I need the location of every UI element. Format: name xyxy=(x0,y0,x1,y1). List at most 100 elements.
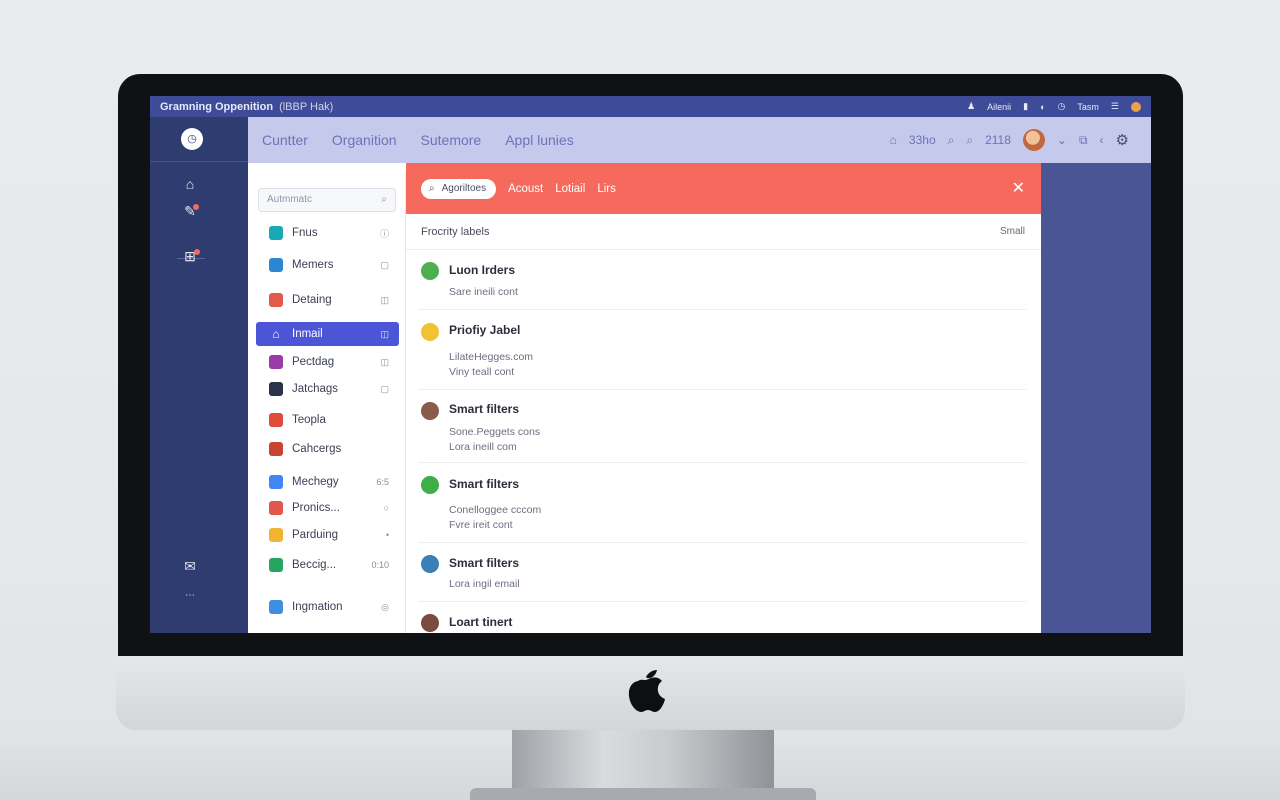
sidebar-search-input[interactable]: Autmmatc ⌕ xyxy=(258,188,396,212)
sidebar-item[interactable]: Teopla xyxy=(256,408,399,432)
message-row[interactable]: Loart tinert xyxy=(418,602,1026,633)
search-alt-icon[interactable]: ⌕ xyxy=(966,133,973,148)
tab-acoust[interactable]: Acoust xyxy=(508,183,543,195)
sender-avatar-icon xyxy=(421,476,439,494)
sidebar-item-meta: 6:5 xyxy=(376,477,389,487)
search-icon[interactable]: ⌕ xyxy=(948,133,955,148)
status-dot-icon[interactable] xyxy=(1131,101,1141,112)
clock-icon[interactable]: ◷ xyxy=(1058,101,1066,112)
message-row[interactable]: Luon Irders Sare ineili cont xyxy=(418,250,1026,310)
sidebar-item[interactable]: ⌂ Inmail ◫ xyxy=(256,322,399,346)
sidebar-item-meta: ◎ xyxy=(381,601,389,612)
app-icon xyxy=(269,558,283,572)
density-toggle[interactable]: Small xyxy=(1000,226,1025,237)
app-icon xyxy=(269,258,283,272)
gear-icon[interactable]: ⚙ xyxy=(1116,131,1129,149)
sidebar-item[interactable]: Pectdag ◫ xyxy=(256,350,399,374)
mail-pane: ⌕ Agoriltoes Acoust Lotiail Lirs ✕ Frocr… xyxy=(406,163,1041,633)
tab-lotiail[interactable]: Lotiail xyxy=(555,183,585,195)
sidebar-item-label: Fnus xyxy=(292,227,318,239)
user-icon[interactable]: ♟ xyxy=(967,101,975,112)
menu-lines-icon[interactable]: ☰ xyxy=(1111,101,1119,112)
app-icon xyxy=(269,442,283,456)
share-icon[interactable]: ⧉ xyxy=(1079,133,1088,148)
sender-avatar-icon xyxy=(421,262,439,280)
menubar-item-2[interactable]: Tasm xyxy=(1077,102,1099,112)
sidebar-item[interactable]: Ingmation ◎ xyxy=(256,595,399,619)
message-preview: Conelloggee cccom xyxy=(449,504,542,516)
sidebar-item[interactable]: Parduing • xyxy=(256,523,399,547)
search-icon[interactable]: ⌕ xyxy=(381,189,387,211)
sidebar-item[interactable]: Beccig... 0:10 xyxy=(256,553,399,577)
clock-logo-icon[interactable]: ◷ xyxy=(181,128,203,150)
message-title: Smart filters xyxy=(449,477,520,491)
message-row[interactable]: Smart filters Sone.Peggets cons Lora ineil… xyxy=(418,390,1026,463)
message-row[interactable]: Priofiy Jabel LilateHegges.com Viny teall … xyxy=(418,310,1026,390)
message-title: Smart filters xyxy=(449,402,520,416)
message-title: Loart tinert xyxy=(449,615,513,629)
menu-bar: Gramning Oppenition (lBBP Hak) ♟ Ailenii… xyxy=(150,96,1151,117)
sidebar-item[interactable]: Jatchags ▢ xyxy=(256,377,399,401)
sidebar-item-label: Memers xyxy=(292,259,334,271)
search-icon: ⌕ xyxy=(429,183,435,194)
app-icon xyxy=(269,226,283,240)
sidebar-item-label: Parduing xyxy=(292,529,339,541)
message-preview: Lora ineill com xyxy=(449,441,517,453)
home-icon[interactable]: ⌂ xyxy=(181,176,199,192)
menu-bar-status: ♟ Ailenii ▮ ◐ ◷ Tasm ☰ xyxy=(967,101,1141,112)
message-row[interactable]: Smart filters Lora ingil email xyxy=(418,543,1026,602)
sidebar-item[interactable]: Memers ▢ xyxy=(256,253,399,277)
app-icon xyxy=(269,413,283,427)
sidebar-item-meta: ◫ xyxy=(380,356,389,367)
sidebar-item[interactable]: Pronics... ○ xyxy=(256,496,399,520)
nav-item-appl-lunies[interactable]: Appl lunies xyxy=(505,132,574,148)
message-preview: Viny teall cont xyxy=(449,366,515,378)
right-background xyxy=(1041,163,1151,633)
sidebar-item[interactable]: Detaing ◫ xyxy=(256,288,399,312)
shield-icon[interactable]: ◐ xyxy=(1040,102,1045,112)
menubar-item-1[interactable]: Ailenii xyxy=(987,102,1011,112)
app-icon xyxy=(269,528,283,542)
nav-item-sutemore[interactable]: Sutemore xyxy=(421,132,482,148)
screen: Gramning Oppenition (lBBP Hak) ♟ Ailenii… xyxy=(150,96,1151,633)
home-small-icon[interactable]: ⌂ xyxy=(890,133,897,147)
chat-icon[interactable]: ✉ xyxy=(181,558,199,574)
nav-item-counter[interactable]: Cuntter xyxy=(262,132,308,148)
sidebar-item-label: Ingmation xyxy=(292,601,343,613)
sidebar-item-meta: ◫ xyxy=(380,328,389,339)
mail-header: ⌕ Agoriltoes Acoust Lotiail Lirs ✕ xyxy=(406,163,1041,214)
sidebar-item-label: Beccig... xyxy=(292,559,337,571)
message-row[interactable]: Smart filters Conelloggee cccom Fvre ireit… xyxy=(418,463,1026,543)
app-icon xyxy=(269,600,283,614)
close-icon[interactable]: ✕ xyxy=(1012,178,1025,198)
mail-subheader: Frocrity labels Small xyxy=(406,214,1041,250)
sender-avatar-icon xyxy=(421,555,439,573)
filter-pill[interactable]: ⌕ Agoriltoes xyxy=(421,178,497,199)
chevron-down-icon[interactable]: ⌄ xyxy=(1057,133,1067,147)
tab-lirs[interactable]: Lirs xyxy=(597,183,616,195)
avatar[interactable] xyxy=(1022,129,1045,151)
app-icon xyxy=(269,355,283,369)
main-panel: Autmmatc ⌕ Fnus ⓘ Memers ▢ Detaing ◫ ⌂ Inmail ◫ P… xyxy=(248,163,1041,633)
lock-icon[interactable]: ▮ xyxy=(1023,101,1028,112)
top-stat-b: 2118 xyxy=(985,133,1011,147)
chevron-left-icon[interactable]: ‹ xyxy=(1100,133,1104,147)
sender-avatar-icon xyxy=(421,402,439,420)
filter-pill-label: Agoriltoes xyxy=(441,183,487,194)
sidebar-item-label: Cahcergs xyxy=(292,443,342,455)
message-preview: Lora ingil email xyxy=(449,578,520,590)
notification-badge xyxy=(193,204,199,210)
sidebar-item-label: Jatchags xyxy=(292,383,339,395)
sidebar-item[interactable]: Fnus ⓘ xyxy=(256,221,399,245)
app-icon xyxy=(269,475,283,489)
message-title: Smart filters xyxy=(449,556,520,570)
sidebar-item-meta: ▢ xyxy=(380,259,389,270)
rail-divider xyxy=(150,161,248,162)
nav-item-organition[interactable]: Organition xyxy=(332,132,397,148)
more-icon[interactable]: ⋯ xyxy=(181,590,199,606)
sidebar-item-meta: ▢ xyxy=(380,383,389,394)
message-preview: Fvre ireit cont xyxy=(449,519,513,531)
sidebar-item[interactable]: Mechegy 6:5 xyxy=(256,470,399,494)
sidebar-item-meta: ◫ xyxy=(380,294,389,305)
sidebar-item[interactable]: Cahcergs xyxy=(256,437,399,461)
